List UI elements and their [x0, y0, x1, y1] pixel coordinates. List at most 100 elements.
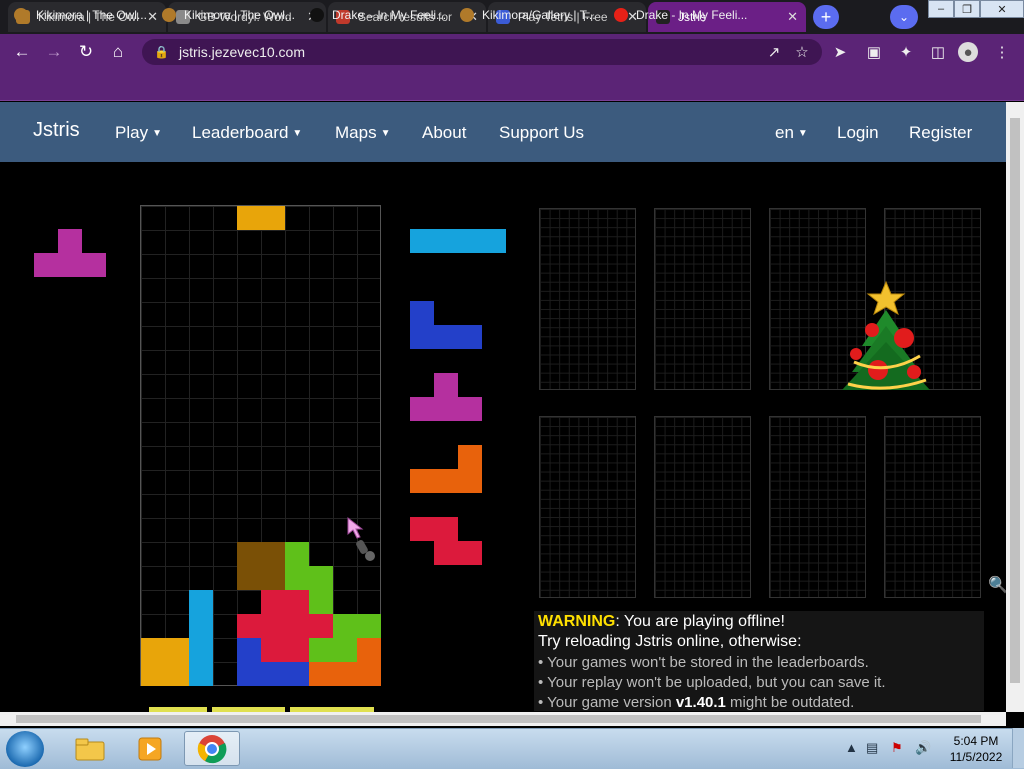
board-cell	[165, 638, 189, 662]
chevron-down-icon: ▼	[797, 128, 808, 140]
bookmark-favicon-icon	[614, 8, 628, 22]
board-cell	[285, 590, 309, 614]
queue-piece-cell	[434, 517, 458, 541]
home-icon[interactable]: ⌂	[108, 42, 128, 62]
share-icon[interactable]: ↗	[764, 42, 784, 62]
board-cell	[237, 614, 261, 638]
board-cell	[189, 662, 213, 686]
nav-leaderboard[interactable]: Leaderboard ▼	[192, 123, 302, 143]
extensions-puzzle-icon[interactable]: ✦	[896, 42, 916, 62]
extension-app-icon[interactable]: ▣	[864, 42, 884, 62]
board-cell	[141, 638, 165, 662]
media-player-icon[interactable]	[122, 731, 178, 766]
queue-piece-cell	[434, 229, 458, 253]
bookmark-item[interactable]: Drake – In My Feeli...	[310, 6, 446, 24]
chrome-taskbar-icon[interactable]	[184, 731, 240, 766]
tab-search-button[interactable]: ⌄	[890, 5, 918, 29]
bookmark-label: Kikimora | The Owl...	[36, 8, 147, 22]
queue-piece-cell	[434, 541, 458, 565]
board-cell	[285, 566, 309, 590]
board-cell	[189, 614, 213, 638]
scrollbar-thumb[interactable]	[16, 715, 981, 723]
nav-about[interactable]: About	[422, 123, 466, 143]
queue-piece-cell	[482, 229, 506, 253]
menu-kebab-icon[interactable]: ⋮	[992, 42, 1012, 62]
bookmark-item[interactable]: Kikimora | The Owl...	[162, 6, 295, 24]
close-window-button[interactable]: ✕	[980, 0, 1024, 18]
offline-warning-box: WARNING: You are playing offline! Try re…	[534, 611, 984, 711]
hold-piece-cell	[34, 253, 58, 277]
chevron-down-icon: ▼	[380, 128, 391, 140]
horizontal-scrollbar[interactable]	[0, 712, 1006, 726]
side-panel-icon[interactable]: ◫	[928, 42, 948, 62]
board-cell	[285, 662, 309, 686]
opponent-board	[539, 208, 636, 390]
board-cell	[189, 638, 213, 662]
close-tab-icon[interactable]: ✕	[147, 9, 158, 25]
nav-play[interactable]: Play ▼	[115, 123, 162, 143]
cursor-extension-icon[interactable]: ➤	[830, 42, 850, 62]
minimize-button[interactable]: –	[928, 0, 954, 18]
chevron-down-icon: ▼	[292, 128, 303, 140]
new-tab-button[interactable]: +	[813, 5, 839, 29]
language-select[interactable]: en ▼	[775, 123, 808, 143]
file-explorer-icon[interactable]	[62, 731, 118, 766]
bookmark-favicon-icon	[162, 8, 176, 22]
forward-icon[interactable]: →	[44, 42, 64, 62]
close-tab-icon[interactable]: ✕	[787, 9, 798, 25]
nav-support-us[interactable]: Support Us	[499, 123, 584, 143]
opponent-board	[539, 416, 636, 598]
board-cell	[261, 662, 285, 686]
board-cell	[309, 590, 333, 614]
bookmark-favicon-icon	[310, 8, 324, 22]
board-cell	[237, 638, 261, 662]
vertical-scrollbar[interactable]	[1006, 102, 1024, 712]
register-link[interactable]: Register	[909, 123, 972, 143]
reload-icon[interactable]: ↻	[76, 42, 96, 62]
clock-date: 11/5/2022	[949, 750, 1003, 764]
queue-piece-cell	[458, 325, 482, 349]
board-cell	[237, 662, 261, 686]
board-cell	[261, 638, 285, 662]
board-cell	[261, 542, 285, 566]
queue-piece-cell	[434, 397, 458, 421]
clock-time: 5:04 PM	[953, 734, 999, 748]
board-cell	[285, 638, 309, 662]
zoom-icon[interactable]: 🔍	[988, 575, 1008, 595]
lock-icon: 🔒	[154, 45, 169, 59]
site-brand[interactable]: Jstris	[33, 119, 80, 142]
profile-avatar-icon[interactable]: ●	[958, 42, 978, 62]
nav-maps[interactable]: Maps ▼	[335, 123, 390, 143]
show-desktop-button[interactable]	[1012, 728, 1024, 768]
bookmark-star-icon[interactable]: ☆	[792, 42, 812, 62]
board-cell	[309, 614, 333, 638]
board-cell	[237, 542, 261, 566]
board-cell	[357, 662, 381, 686]
start-button-icon[interactable]	[6, 731, 44, 767]
opponent-board	[769, 416, 866, 598]
hold-piece-cell	[58, 229, 82, 253]
queue-piece-cell	[434, 373, 458, 397]
queue-piece-cell	[410, 325, 434, 349]
queue-piece-cell	[410, 397, 434, 421]
board-cell	[357, 614, 381, 638]
system-clock[interactable]: 5:04 PM 11/5/2022	[946, 733, 1006, 765]
login-link[interactable]: Login	[837, 123, 879, 143]
queue-piece-cell	[410, 229, 434, 253]
queue-piece-cell	[434, 325, 458, 349]
volume-icon[interactable]: 🔊	[915, 740, 931, 756]
bookmark-item[interactable]: Kikimora/Gallery | T...	[460, 6, 596, 24]
maximize-button[interactable]: ❐	[954, 0, 980, 18]
action-center-flag-icon[interactable]: ⚑	[891, 740, 903, 756]
bookmark-item[interactable]: Kikimora | The Owl...	[14, 6, 147, 24]
bookmark-item[interactable]: Drake - In My Feeli...	[614, 6, 747, 24]
scrollbar-thumb[interactable]	[1010, 118, 1020, 683]
board-cell	[333, 614, 357, 638]
queue-piece-cell	[458, 397, 482, 421]
address-bar[interactable]: 🔒 jstris.jezevec10.com	[142, 39, 822, 65]
bookmark-label: Drake - In My Feeli...	[636, 8, 748, 22]
network-icon[interactable]: ▤	[866, 740, 878, 756]
tray-overflow-icon[interactable]: ▲	[845, 740, 858, 755]
back-icon[interactable]: ←	[12, 42, 32, 62]
bookmark-label: Drake – In My Feeli...	[332, 8, 447, 22]
